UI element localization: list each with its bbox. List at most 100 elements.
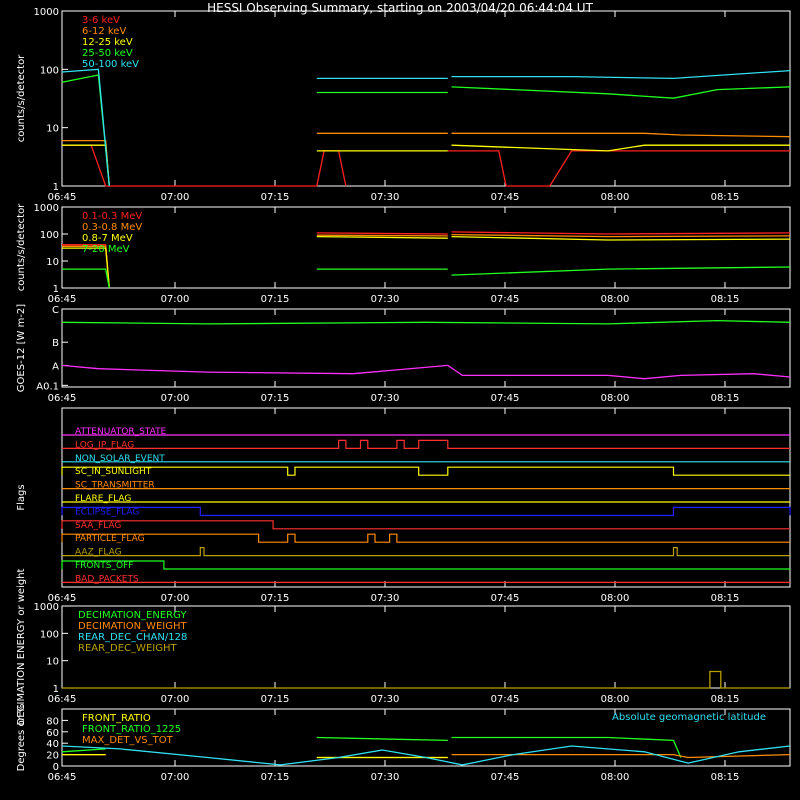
flags-xtick-label: 07:15 [261, 593, 290, 604]
flag-line [62, 439, 790, 449]
decimation-series-line [62, 670, 790, 689]
hessi-high-energy-xtick-label: 07:00 [161, 294, 190, 305]
flags-xtick-label: 08:00 [601, 593, 630, 604]
goes-xtick-label: 08:15 [711, 393, 740, 404]
goes-xtick-label: 07:45 [491, 393, 520, 404]
hessi-low-energy-series-line [61, 68, 110, 187]
ratios-annotation: Absolute geomagnetic latitude [612, 712, 766, 723]
decimation-xtick-label: 07:15 [261, 694, 290, 705]
hessi-high-energy-series-line [62, 268, 110, 289]
goes-ytick-label: A0.1 [36, 381, 59, 392]
hessi-high-energy-series-line [316, 235, 448, 239]
flag-label: PARTICLE_FLAG [75, 534, 145, 544]
hessi-high-energy-ytick-label: 1 [53, 284, 59, 295]
decimation-ytick-label: 1 [53, 684, 59, 695]
hessi-low-energy-series-line [447, 150, 790, 187]
flags-xtick-label: 07:30 [371, 593, 400, 604]
hessi-low-energy-series-line [62, 139, 110, 187]
ratios-ytick-label: 0 [53, 762, 59, 773]
decimation-xtick-label: 07:45 [491, 694, 520, 705]
decimation-legend-entry: DECIMATION_WEIGHT [78, 621, 187, 632]
hessi-high-energy-series-line [451, 231, 791, 235]
ratios-ytick-label: 40 [46, 739, 59, 750]
flag-label: SC_IN_SUNLIGHT [75, 467, 152, 477]
hessi-low-energy-xtick-label: 07:00 [161, 192, 190, 203]
hessi-low-energy-ytick-label: 1 [53, 182, 59, 193]
hessi-low-energy-frame [61, 10, 791, 187]
hessi-high-energy-series-line [316, 232, 448, 235]
flag-line [61, 466, 790, 476]
hessi-high-energy-frame [61, 206, 791, 289]
flag-label: SAA_FLAG [75, 521, 121, 531]
hessi-low-energy-legend-entry: 50-100 keV [82, 59, 139, 70]
decimation-ytick-label: 10 [46, 657, 59, 668]
hessi-high-energy-series-line [316, 234, 448, 237]
flag-line [61, 560, 790, 570]
hessi-summary-plot: 06:45 07:00 07:15 07:30 07:45 08:00 08:15 count… [16, 7, 791, 783]
decimation-legend-entry: REAR_DEC_WEIGHT [78, 643, 177, 654]
ratios-xtick-label: 08:00 [601, 772, 630, 783]
ratios-ylabel: Degrees or % [16, 704, 27, 772]
hessi-low-energy-ytick-label: 100 [40, 65, 59, 76]
hessi-high-energy-ytick-label: 10 [46, 257, 59, 268]
hessi-low-energy-ylabel: counts/s/detector [16, 54, 27, 142]
goes-ylabel: GOES-12 [W m-2] [16, 304, 27, 392]
hessi-low-energy-series-line [62, 144, 110, 187]
hessi-low-energy-legend-entry: 12-25 keV [82, 37, 133, 48]
ratios-ytick-label: 60 [46, 728, 59, 739]
goes-series-line [61, 319, 791, 325]
flags-ylabel: Flags [16, 484, 27, 510]
hessi-low-energy-ytick-label: 10 [46, 124, 59, 135]
goes-xtick-label: 06:45 [48, 393, 77, 404]
ratios-xtick-label: 07:00 [161, 772, 190, 783]
goes-ytick-label: A [52, 361, 59, 372]
hessi-low-energy-series-line [451, 86, 791, 99]
ratios-ytick-label: 20 [46, 751, 59, 762]
hessi-low-energy-legend-entry: 25-50 keV [82, 48, 133, 59]
ratios-xtick-label: 06:45 [48, 772, 77, 783]
hessi-high-energy-xtick-label: 08:15 [711, 294, 740, 305]
goes-xtick-label: 07:00 [161, 393, 190, 404]
flag-line [61, 506, 791, 517]
decimation-xtick-label: 07:30 [371, 694, 400, 705]
hessi-low-energy-legend-entry: 3-6 keV [82, 15, 120, 26]
flags-xtick-label: 07:45 [491, 593, 520, 604]
ratios-xtick-label: 08:15 [711, 772, 740, 783]
goes-series-line [61, 364, 791, 380]
hessi-low-energy-xtick-label: 08:15 [711, 192, 740, 203]
hessi-high-energy-ytick-label: 100 [40, 230, 59, 241]
hessi-high-energy-ytick-label: 1000 [34, 203, 59, 214]
hessi-low-energy-xtick-label: 07:30 [371, 192, 400, 203]
goes-ytick-label: B [52, 338, 59, 349]
ratios-series-line [61, 748, 106, 753]
decimation-xtick-label: 08:15 [711, 694, 740, 705]
decimation-legend-entry: REAR_DEC_CHAN/128 [78, 632, 187, 643]
hessi-high-energy-xtick-label: 07:15 [261, 294, 290, 305]
decimation-legend-entry: DECIMATION_ENERGY [78, 610, 187, 621]
hessi-high-energy-ylabel: counts/s/detector [16, 203, 27, 291]
hessi-low-energy-xtick-label: 07:45 [491, 192, 520, 203]
ratios-legend-entry: FRONT_RATIO_1225 [82, 724, 181, 735]
hessi-high-energy-legend-entry: 0.8-7 MeV [82, 233, 133, 244]
hessi-low-energy-series-line [451, 132, 791, 138]
flags-xtick-label: 06:45 [48, 593, 77, 604]
ratios-xtick-label: 07:45 [491, 772, 520, 783]
hessi-high-energy-xtick-label: 07:30 [371, 294, 400, 305]
hessi-low-energy-series-line [61, 74, 110, 187]
hessi-low-energy-series-line [451, 69, 791, 80]
hessi-high-energy-legend-entry: 0.1-0.3 MeV [82, 211, 142, 222]
flag-label: ECLIPSE_FLAG [75, 507, 139, 517]
hessi-high-energy-series-line [451, 233, 791, 238]
ratios-xtick-label: 07:30 [371, 772, 400, 783]
decimation-xtick-label: 08:00 [601, 694, 630, 705]
ratios-legend-entry: MAX_DET_VS_TOT [82, 735, 174, 746]
flags-xtick-label: 08:15 [711, 593, 740, 604]
hessi-low-energy-xtick-label: 07:15 [261, 192, 290, 203]
decimation-ytick-label: 100 [40, 629, 59, 640]
flag-line [61, 533, 790, 543]
decimation-xtick-label: 07:00 [161, 694, 190, 705]
hessi-high-energy-xtick-label: 06:45 [48, 294, 77, 305]
ratios-legend-entry: FRONT_RATIO [82, 713, 151, 724]
hessi-high-energy-xtick-label: 07:45 [491, 294, 520, 305]
hessi-high-energy-legend-entry: 7-20 MeV [82, 244, 130, 255]
